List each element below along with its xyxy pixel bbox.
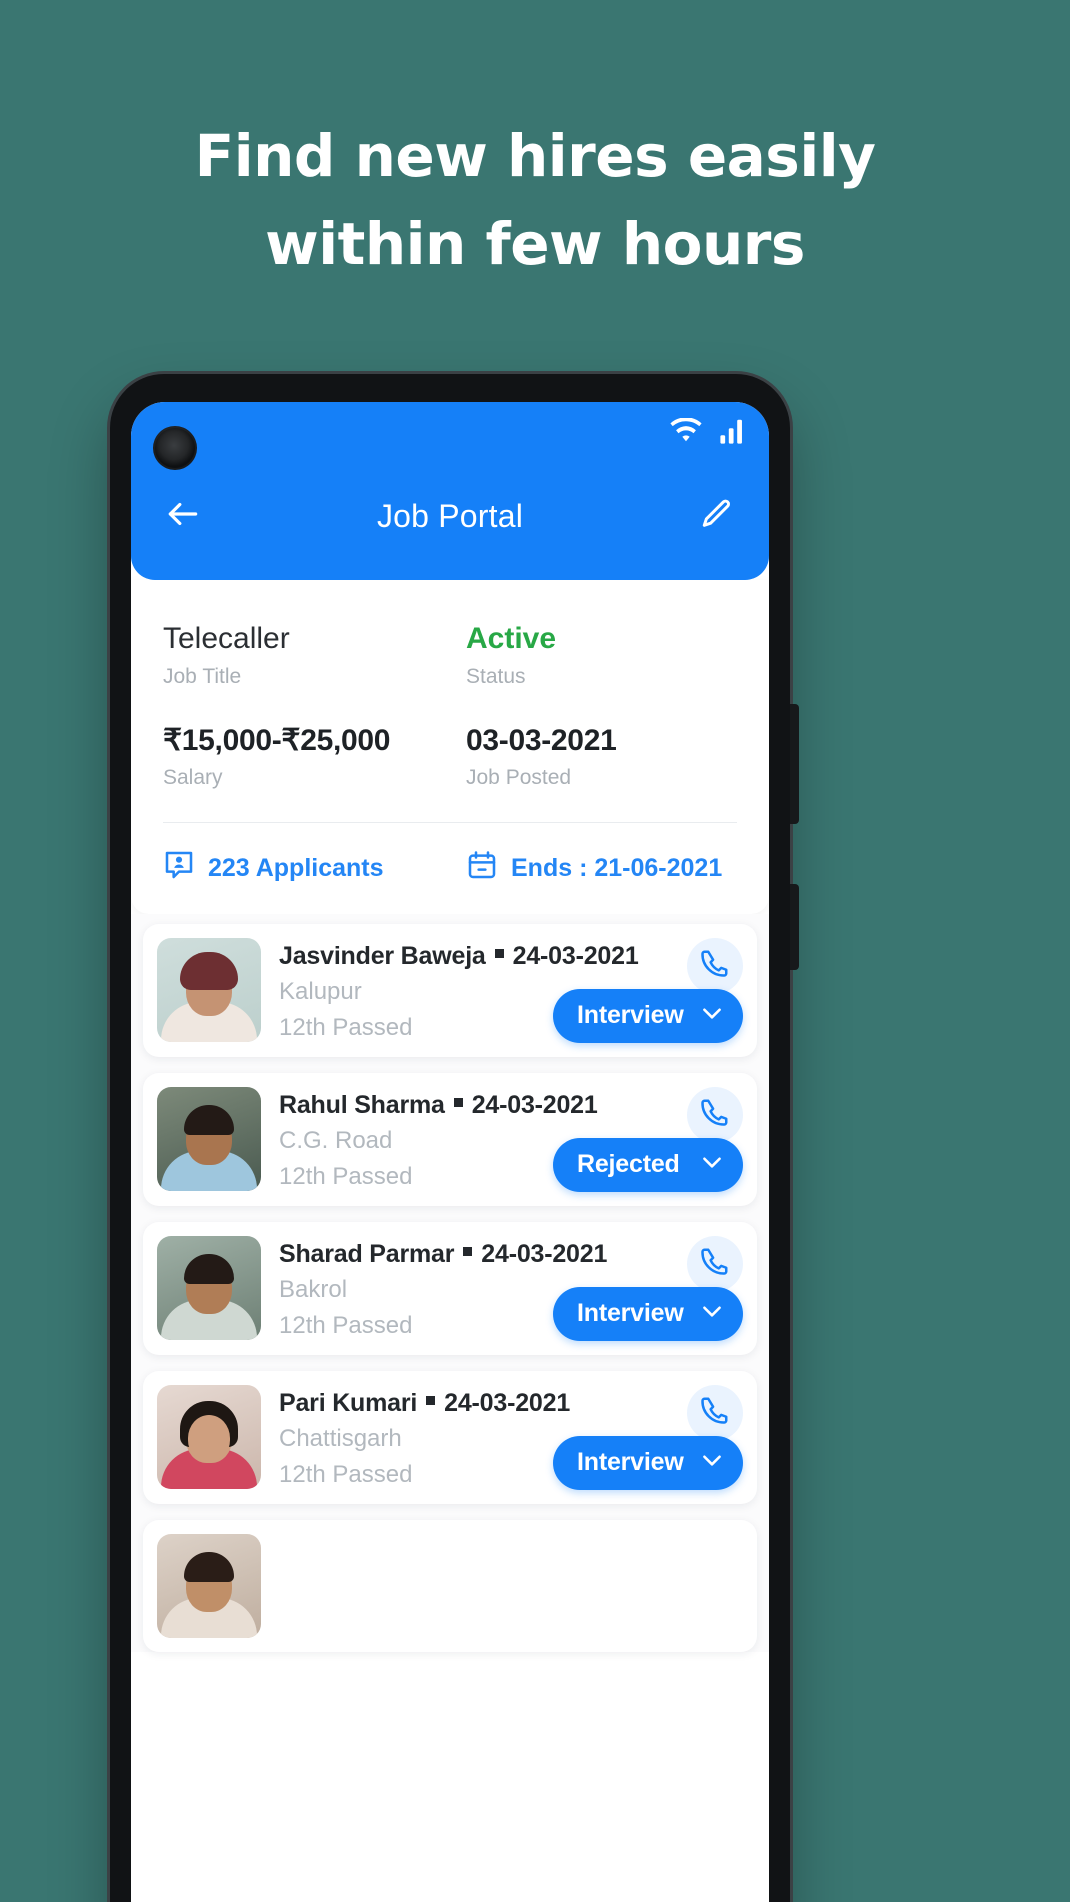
applicant-name-row: Jasvinder Baweja 24-03-2021 bbox=[279, 942, 743, 971]
phone-call-icon bbox=[700, 948, 730, 983]
list-item[interactable]: Sharad Parmar 24-03-2021 Bakrol 12th Pass… bbox=[143, 1221, 757, 1355]
applicant-date: 24-03-2021 bbox=[444, 1388, 571, 1417]
applicant-name: Pari Kumari bbox=[279, 1388, 418, 1417]
job-info-row-1: Telecaller Job Title Active Status bbox=[163, 620, 737, 690]
status-dropdown[interactable]: Interview bbox=[553, 1286, 743, 1341]
job-posted-value: 03-03-2021 bbox=[466, 723, 617, 757]
applicant-date: 24-03-2021 bbox=[512, 941, 639, 970]
job-detail-card: Telecaller Job Title Active Status ₹15,0… bbox=[131, 580, 769, 914]
job-salary-block: ₹15,000-₹25,000 Salary bbox=[163, 722, 450, 792]
applicant-list[interactable]: Jasvinder Baweja 24-03-2021 Kalupur 12th … bbox=[131, 913, 769, 1652]
job-title-value: Telecaller bbox=[163, 622, 290, 655]
status-dropdown[interactable]: Interview bbox=[553, 988, 743, 1043]
list-item[interactable]: Jasvinder Baweja 24-03-2021 Kalupur 12th … bbox=[143, 923, 757, 1057]
app-bar-title-row: Job Portal bbox=[131, 484, 769, 548]
applicant-name-row: Rahul Sharma 24-03-2021 bbox=[279, 1091, 743, 1120]
status-dropdown[interactable]: Interview bbox=[553, 1435, 743, 1490]
job-title-label: Job Title bbox=[163, 664, 242, 688]
status-dropdown[interactable]: Rejected bbox=[553, 1137, 743, 1192]
chevron-down-icon bbox=[699, 1447, 725, 1478]
headline-line-1: Find new hires easily bbox=[194, 122, 876, 190]
back-button[interactable] bbox=[159, 492, 207, 540]
avatar bbox=[157, 1086, 261, 1191]
back-arrow-icon bbox=[164, 495, 202, 538]
job-stats-row: 223 Applicants Ends : 21-06-2021 bbox=[163, 849, 737, 888]
avatar bbox=[157, 1235, 261, 1340]
chevron-down-icon bbox=[699, 1149, 725, 1180]
front-camera-punch-hole bbox=[153, 426, 197, 470]
status-dropdown-label: Interview bbox=[577, 1299, 684, 1328]
job-info-row-2: ₹15,000-₹25,000 Salary 03-03-2021 Job Po… bbox=[163, 722, 737, 792]
job-status-block: Active Status bbox=[450, 620, 737, 690]
status-badge: Active bbox=[466, 622, 557, 655]
status-dropdown-label: Interview bbox=[577, 1448, 684, 1477]
call-button[interactable] bbox=[687, 937, 743, 994]
job-posted-block: 03-03-2021 Job Posted bbox=[450, 722, 737, 792]
separator-dot bbox=[453, 1098, 463, 1108]
call-button[interactable] bbox=[687, 1384, 743, 1441]
applicant-name: Sharad Parmar bbox=[279, 1239, 455, 1268]
headline-line-2: within few hours bbox=[265, 210, 805, 279]
applicants-count-label: 223 Applicants bbox=[208, 853, 384, 882]
wifi-icon bbox=[669, 417, 703, 449]
phone-call-icon bbox=[700, 1395, 730, 1430]
chevron-down-icon bbox=[699, 1000, 725, 1031]
applicant-date: 24-03-2021 bbox=[471, 1090, 598, 1119]
job-end-date[interactable]: Ends : 21-06-2021 bbox=[450, 849, 737, 888]
pencil-edit-icon bbox=[700, 497, 734, 536]
status-dropdown-label: Rejected bbox=[577, 1150, 680, 1179]
job-title-block: Telecaller Job Title bbox=[163, 620, 450, 690]
edit-button[interactable] bbox=[693, 492, 741, 540]
phone-call-icon bbox=[700, 1246, 730, 1281]
phone-call-icon bbox=[700, 1097, 730, 1132]
avatar bbox=[157, 1533, 261, 1638]
separator-dot bbox=[463, 1247, 473, 1257]
applicant-name-row: Pari Kumari 24-03-2021 bbox=[279, 1389, 743, 1418]
signal-bars-icon bbox=[719, 418, 747, 449]
job-status-label: Status bbox=[466, 664, 526, 688]
applicant-info bbox=[279, 1534, 743, 1638]
calendar-icon bbox=[466, 849, 498, 888]
applicant-name-row: Sharad Parmar 24-03-2021 bbox=[279, 1240, 743, 1269]
status-dropdown-label: Interview bbox=[577, 1001, 684, 1030]
call-button[interactable] bbox=[687, 1235, 743, 1292]
page-title: Job Portal bbox=[376, 497, 524, 534]
applicant-date: 24-03-2021 bbox=[481, 1239, 608, 1268]
applicant-badge-icon bbox=[163, 849, 195, 888]
job-posted-label: Job Posted bbox=[466, 766, 572, 790]
promo-headline: Find new hires easily within few hours bbox=[0, 112, 1070, 288]
avatar bbox=[157, 1384, 261, 1489]
divider bbox=[163, 821, 737, 823]
job-salary-value: ₹15,000-₹25,000 bbox=[163, 723, 391, 757]
phone-mockup: Job Portal Telecaller Job Title Active S… bbox=[110, 374, 799, 1902]
status-bar bbox=[669, 417, 747, 449]
separator-dot bbox=[494, 949, 504, 959]
list-item[interactable] bbox=[143, 1519, 757, 1652]
applicant-name: Jasvinder Baweja bbox=[279, 941, 486, 970]
applicants-link[interactable]: 223 Applicants bbox=[163, 849, 450, 888]
job-salary-label: Salary bbox=[163, 766, 223, 790]
list-item[interactable]: Pari Kumari 24-03-2021 Chattisgarh 12th P… bbox=[143, 1370, 757, 1504]
power-button[interactable] bbox=[790, 884, 799, 970]
volume-button[interactable] bbox=[790, 704, 799, 824]
app-bar: Job Portal bbox=[131, 402, 769, 580]
chevron-down-icon bbox=[699, 1298, 725, 1329]
avatar bbox=[157, 937, 261, 1042]
separator-dot bbox=[426, 1396, 436, 1406]
call-button[interactable] bbox=[687, 1086, 743, 1143]
applicant-name: Rahul Sharma bbox=[279, 1090, 445, 1119]
phone-screen: Job Portal Telecaller Job Title Active S… bbox=[131, 402, 769, 1902]
job-end-date-label: Ends : 21-06-2021 bbox=[511, 853, 723, 882]
list-item[interactable]: Rahul Sharma 24-03-2021 C.G. Road 12th Pa… bbox=[143, 1072, 757, 1206]
